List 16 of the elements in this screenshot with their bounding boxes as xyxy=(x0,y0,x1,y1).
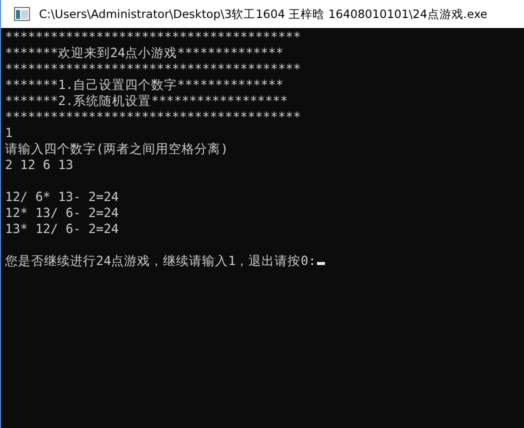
console-line: 1 xyxy=(5,125,14,141)
console-line: 2 12 6 13 xyxy=(5,157,74,173)
console-line: *******2.系统随机设置****************** xyxy=(5,93,289,109)
console-line: 12* 13/ 6- 2=24 xyxy=(5,205,120,221)
console-line: *******欢迎来到24点小游戏************** xyxy=(5,45,284,61)
console-line: 您是否继续进行24点游戏，继续请输入1，退出请按0: xyxy=(5,253,524,269)
console-line: *******1.自己设置四个数字************** xyxy=(5,77,284,93)
console-line: 12/ 6* 13- 2=24 xyxy=(5,189,120,205)
console-line: 13* 12/ 6- 2=24 xyxy=(5,221,120,237)
console-line: 请输入四个数字(两者之间用空格分离) xyxy=(5,141,230,157)
console-line: *************************************** xyxy=(5,109,302,125)
console-line: *************************************** xyxy=(5,29,302,45)
window-title: C:\Users\Administrator\Desktop\3软工1604 王梓晗 16408010101\24点游戏.exe xyxy=(39,6,488,22)
console-line: *************************************** xyxy=(5,61,302,77)
console-app-icon xyxy=(14,7,30,21)
text-cursor xyxy=(316,262,325,265)
